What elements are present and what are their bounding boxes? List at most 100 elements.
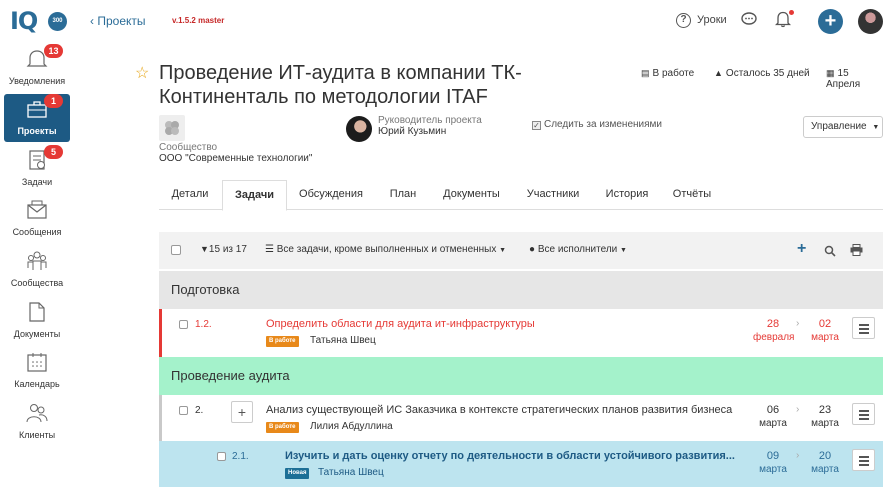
- task-title[interactable]: Анализ существующей ИС Заказчика в конте…: [266, 404, 732, 416]
- select-all-checkbox[interactable]: [171, 245, 181, 255]
- document-icon: [29, 302, 45, 322]
- tab-participants[interactable]: Участники: [517, 180, 589, 210]
- sidebar-item-label: Уведомления: [8, 76, 66, 86]
- clients-icon: [26, 404, 48, 423]
- manager-label: Руководитель проекта: [378, 115, 482, 126]
- section-header[interactable]: Подготовка: [159, 271, 883, 309]
- tasks-badge: 5: [44, 145, 63, 159]
- tasks-toolbar: ▼15 из 17 ☰ Все задачи, кроме выполненны…: [159, 232, 883, 269]
- user-avatar[interactable]: [858, 9, 883, 34]
- tab-reports[interactable]: Отчёты: [665, 180, 719, 210]
- task-row[interactable]: 2.1. Изучить и дать оценку отчету по дея…: [159, 441, 883, 487]
- executors-dropdown[interactable]: ● Все исполнители ▼: [529, 244, 627, 255]
- task-end-date: 20 марта: [811, 450, 839, 475]
- status-badge: В работе: [266, 336, 299, 347]
- task-menu-button[interactable]: [852, 449, 875, 471]
- task-start-date: 06 марта: [759, 404, 787, 429]
- task-checkbox[interactable]: [179, 320, 188, 329]
- add-task-button[interactable]: +: [797, 240, 806, 258]
- task-number: 2.1.: [232, 451, 249, 462]
- plus-icon: +: [797, 240, 807, 257]
- task-row[interactable]: 1.2. Определить области для аудита ит-ин…: [159, 309, 883, 357]
- task-menu-button[interactable]: [852, 317, 875, 339]
- sidebar-item-label: Проекты: [17, 126, 57, 136]
- tab-documents[interactable]: Документы: [434, 180, 509, 210]
- logo[interactable]: IQ 300: [10, 6, 68, 36]
- sidebar-item-communities[interactable]: Сообщества: [4, 246, 70, 294]
- sidebar-item-documents[interactable]: Документы: [4, 297, 70, 345]
- lessons-button[interactable]: ? Уроки: [676, 11, 736, 31]
- project-status: ▤ В работе: [641, 68, 695, 79]
- project-tabs: Детали Задачи Обсуждения План Документы …: [159, 180, 883, 211]
- status-badge: В работе: [266, 422, 299, 433]
- tab-plan[interactable]: План: [380, 180, 426, 210]
- task-filter-dropdown[interactable]: ☰ Все задачи, кроме выполненных и отмене…: [265, 244, 506, 255]
- community-icon: [165, 121, 179, 135]
- calendar-icon: ▦: [826, 68, 835, 78]
- task-checkbox[interactable]: [179, 406, 188, 415]
- chat-icon[interactable]: [741, 12, 757, 26]
- create-button[interactable]: +: [818, 9, 843, 34]
- filter-count[interactable]: ▼15 из 17: [200, 244, 247, 255]
- print-icon[interactable]: [850, 244, 863, 256]
- tab-history[interactable]: История: [597, 180, 657, 210]
- sidebar-item-label: Задачи: [21, 177, 53, 187]
- notifications-badge: 13: [44, 44, 63, 58]
- section-header[interactable]: Проведение аудита: [159, 357, 883, 395]
- sidebar-item-projects[interactable]: 1 Проекты: [4, 94, 70, 142]
- version-label: v.1.5.2 master: [172, 16, 225, 25]
- chevron-right-icon: ›: [796, 450, 800, 461]
- logo-badge: 300: [48, 12, 67, 31]
- manage-dropdown-button[interactable]: Управление ▼: [803, 116, 883, 138]
- project-remaining: ▲ Осталось 35 дней: [714, 68, 810, 79]
- checkbox-checked-icon: ✓: [532, 121, 541, 130]
- task-assignee[interactable]: Лилия Абдуллина: [310, 421, 393, 432]
- manage-label: Управление: [811, 121, 867, 132]
- sidebar-item-notifications[interactable]: 13 Уведомления: [4, 44, 70, 92]
- envelope-icon: [27, 200, 47, 219]
- menu-icon: [859, 456, 869, 458]
- task-number: 1.2.: [195, 319, 212, 330]
- manager-name[interactable]: Юрий Кузьмин: [378, 126, 446, 137]
- tab-tasks[interactable]: Задачи: [222, 180, 287, 211]
- list-icon: ☰: [265, 244, 274, 255]
- chevron-left-icon: ‹: [90, 14, 94, 28]
- page-title: Проведение ИТ-аудита в компании ТК-Конти…: [159, 62, 522, 108]
- list-icon: ▤: [641, 68, 650, 78]
- warning-icon: ▲: [714, 68, 723, 78]
- help-circle-icon: ?: [676, 13, 691, 28]
- task-end-date: 23 марта: [811, 404, 839, 429]
- manager-avatar[interactable]: [346, 116, 372, 142]
- logo-text: IQ: [10, 7, 38, 35]
- people-icon: [27, 251, 47, 270]
- menu-icon: [859, 324, 869, 326]
- status-badge: Новая: [285, 468, 310, 479]
- follow-changes-checkbox[interactable]: ✓ Следить за изменениями: [532, 119, 662, 130]
- task-assignee[interactable]: Татьяна Швец: [318, 467, 384, 478]
- sidebar-item-clients[interactable]: Клиенты: [4, 398, 70, 446]
- filter-icon: ▼: [200, 244, 209, 254]
- favorite-star-icon[interactable]: ☆: [135, 63, 149, 83]
- notification-dot: [789, 10, 794, 15]
- task-row[interactable]: 2. + Анализ существующей ИС Заказчика в …: [159, 395, 883, 441]
- sidebar-item-tasks[interactable]: 5 Задачи: [4, 145, 70, 193]
- follow-label: Следить за изменениями: [544, 119, 662, 130]
- community-name[interactable]: ООО "Современные технологии": [159, 153, 312, 164]
- sidebar-item-label: Клиенты: [18, 430, 56, 440]
- task-menu-button[interactable]: [852, 403, 875, 425]
- sidebar-item-messages[interactable]: Сообщения: [4, 195, 70, 243]
- sidebar: 13 Уведомления 1 Проекты 5 Задачи Сообще…: [0, 42, 74, 487]
- add-subtask-button[interactable]: +: [231, 401, 253, 423]
- tab-details[interactable]: Детали: [159, 180, 221, 210]
- top-bar: IQ 300 ‹ Проекты v.1.5.2 master ? Уроки …: [0, 0, 883, 42]
- task-title[interactable]: Определить области для аудита ит-инфраст…: [266, 318, 535, 330]
- tab-discussions[interactable]: Обсуждения: [290, 180, 372, 210]
- search-icon[interactable]: [824, 245, 836, 257]
- back-to-projects-link[interactable]: ‹ Проекты: [90, 14, 146, 28]
- task-title[interactable]: Изучить и дать оценку отчету по деятельн…: [285, 450, 735, 462]
- task-assignee[interactable]: Татьяна Швец: [310, 335, 376, 346]
- task-checkbox[interactable]: [217, 452, 226, 461]
- plus-icon: +: [824, 10, 837, 32]
- sidebar-item-calendar[interactable]: Календарь: [4, 347, 70, 395]
- caret-down-icon: ▼: [872, 124, 880, 131]
